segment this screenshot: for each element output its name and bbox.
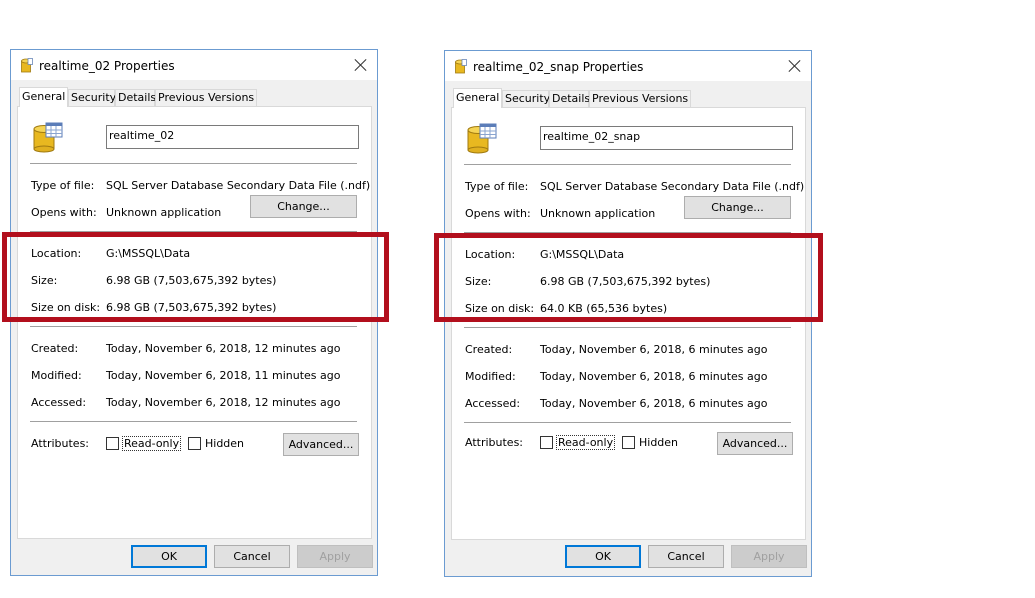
modified-label: Modified:	[465, 370, 516, 383]
cancel-button[interactable]: Cancel	[214, 545, 290, 568]
file-name-input[interactable]	[540, 126, 793, 150]
separator	[30, 326, 357, 327]
tab-general[interactable]: General	[453, 88, 502, 108]
close-icon[interactable]	[788, 59, 802, 73]
dialog-title: realtime_02 Properties	[39, 59, 175, 73]
apply-button[interactable]: Apply	[731, 545, 807, 568]
hidden-checkbox[interactable]: Hidden	[188, 437, 245, 450]
modified-label: Modified:	[31, 369, 82, 382]
modified-value: Today, November 6, 2018, 11 minutes ago	[106, 369, 341, 382]
hidden-label: Hidden	[639, 436, 679, 449]
accessed-value: Today, November 6, 2018, 12 minutes ago	[106, 396, 341, 409]
read-only-checkbox[interactable]: Read-only	[540, 435, 616, 450]
separator	[30, 163, 357, 164]
tab-previous-versions[interactable]: Previous Versions	[589, 90, 691, 107]
accessed-value: Today, November 6, 2018, 6 minutes ago	[540, 397, 768, 410]
change-button[interactable]: Change...	[250, 195, 357, 218]
attributes-label: Attributes:	[465, 436, 524, 449]
tab-general[interactable]: General	[19, 87, 68, 107]
properties-dialog-realtime-02-snap: realtime_02_snap Properties General Secu…	[444, 50, 812, 577]
type-value: SQL Server Database Secondary Data File …	[540, 180, 805, 193]
separator	[30, 231, 357, 232]
apply-button[interactable]: Apply	[297, 545, 373, 568]
location-label: Location:	[465, 248, 516, 261]
separator	[464, 232, 791, 233]
read-only-label: Read-only	[556, 435, 616, 450]
opens-with-value: Unknown application	[540, 207, 656, 220]
size-label: Size:	[465, 275, 492, 288]
size-on-disk-value: 6.98 GB (7,503,675,392 bytes)	[106, 301, 277, 314]
accessed-label: Accessed:	[465, 397, 521, 410]
opens-with-label: Opens with:	[31, 206, 97, 219]
read-only-label: Read-only	[122, 436, 182, 451]
hidden-label: Hidden	[205, 437, 245, 450]
general-panel: Type of file: SQL Server Database Second…	[451, 107, 806, 540]
tab-security[interactable]: Security	[502, 90, 550, 107]
type-value: SQL Server Database Secondary Data File …	[106, 179, 371, 192]
checkbox-box[interactable]	[106, 437, 119, 450]
advanced-button[interactable]: Advanced...	[283, 433, 359, 456]
accessed-label: Accessed:	[31, 396, 87, 409]
size-value: 6.98 GB (7,503,675,392 bytes)	[106, 274, 277, 287]
type-label: Type of file:	[465, 180, 529, 193]
database-file-icon	[21, 58, 33, 73]
location-value: G:\MSSQL\Data	[106, 247, 191, 260]
tab-security[interactable]: Security	[68, 89, 116, 106]
separator	[464, 327, 791, 328]
checkbox-box[interactable]	[540, 436, 553, 449]
size-label: Size:	[31, 274, 58, 287]
tab-details[interactable]: Details	[115, 89, 156, 106]
ok-button[interactable]: OK	[565, 545, 641, 568]
created-value: Today, November 6, 2018, 6 minutes ago	[540, 343, 768, 356]
tab-details[interactable]: Details	[549, 90, 590, 107]
database-file-icon	[455, 59, 467, 74]
created-value: Today, November 6, 2018, 12 minutes ago	[106, 342, 341, 355]
dialog-title: realtime_02_snap Properties	[473, 60, 644, 74]
title-bar: realtime_02 Properties	[11, 50, 377, 80]
title-bar: realtime_02_snap Properties	[445, 51, 811, 81]
read-only-checkbox[interactable]: Read-only	[106, 436, 182, 451]
database-file-icon	[33, 122, 63, 153]
created-label: Created:	[31, 342, 79, 355]
created-label: Created:	[465, 343, 513, 356]
opens-with-label: Opens with:	[465, 207, 531, 220]
modified-value: Today, November 6, 2018, 6 minutes ago	[540, 370, 768, 383]
opens-with-value: Unknown application	[106, 206, 222, 219]
location-value: G:\MSSQL\Data	[540, 248, 625, 261]
hidden-checkbox[interactable]: Hidden	[622, 436, 679, 449]
size-value: 6.98 GB (7,503,675,392 bytes)	[540, 275, 711, 288]
ok-button[interactable]: OK	[131, 545, 207, 568]
separator	[464, 422, 791, 423]
database-file-icon	[467, 123, 497, 154]
separator	[464, 164, 791, 165]
file-name-input[interactable]	[106, 125, 359, 149]
change-button[interactable]: Change...	[684, 196, 791, 219]
location-label: Location:	[31, 247, 82, 260]
general-panel: Type of file: SQL Server Database Second…	[17, 106, 372, 539]
cancel-button[interactable]: Cancel	[648, 545, 724, 568]
attributes-label: Attributes:	[31, 437, 90, 450]
properties-dialog-realtime-02: realtime_02 Properties General Security …	[10, 49, 378, 576]
advanced-button[interactable]: Advanced...	[717, 432, 793, 455]
size-on-disk-label: Size on disk:	[465, 302, 535, 315]
size-on-disk-label: Size on disk:	[31, 301, 101, 314]
close-icon[interactable]	[354, 58, 368, 72]
tab-previous-versions[interactable]: Previous Versions	[155, 89, 257, 106]
size-on-disk-value: 64.0 KB (65,536 bytes)	[540, 302, 668, 315]
checkbox-box[interactable]	[622, 436, 635, 449]
checkbox-box[interactable]	[188, 437, 201, 450]
type-label: Type of file:	[31, 179, 95, 192]
separator	[30, 421, 357, 422]
